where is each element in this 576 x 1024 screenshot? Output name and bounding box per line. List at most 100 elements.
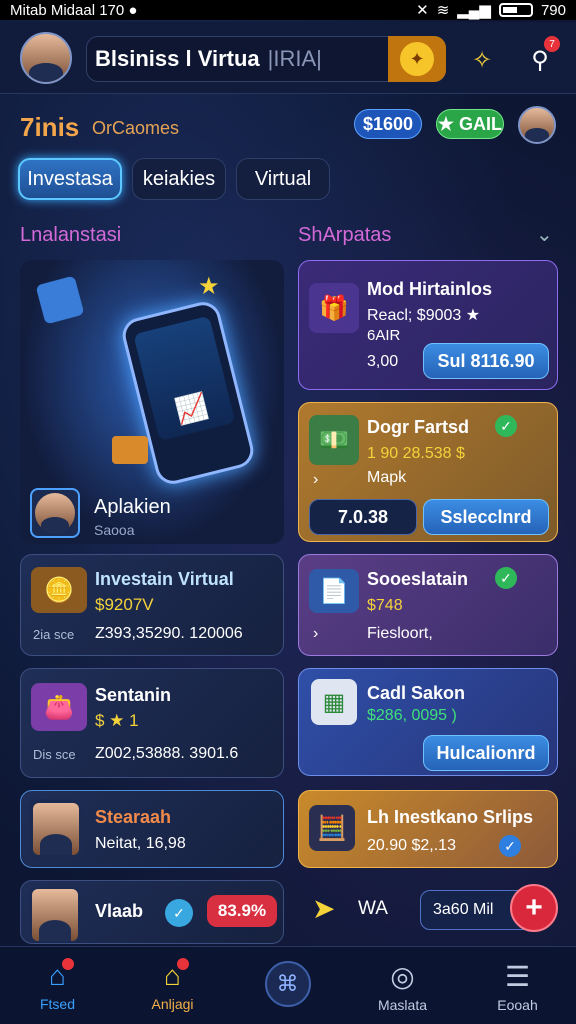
home-icon: ⌂ — [49, 958, 74, 992]
shop-icon: ⌂ — [164, 958, 189, 992]
right-card-4[interactable]: ▦ Cadl Sakon $286, 0095 ) Hulcalionrd — [298, 668, 558, 776]
nav-item-messages[interactable]: ◎ Maslata — [345, 947, 460, 1024]
chevron-down-icon[interactable]: ⌄ — [536, 222, 553, 247]
nav-item-home[interactable]: ⌂ Ftsed — [0, 947, 115, 1024]
card-title: Mod Hirtainlos — [367, 279, 492, 299]
calculator-icon: 🧮 — [309, 805, 355, 851]
card-label: Dis sce — [33, 747, 76, 762]
bottom-nav: ⌂ Ftsed ⌂ Anljagi ⌘ ◎ Maslata ☰ Eooah — [0, 946, 576, 1024]
add-button[interactable]: + — [510, 884, 558, 932]
card-line: Neitat, 16,98 — [95, 835, 186, 852]
wallet-icon: 👛 — [31, 683, 87, 731]
right-card-5[interactable]: 🧮 Lh Inestkano Srlips 20.90 $2,.13 ✓ — [298, 790, 558, 868]
card-action-button[interactable]: Sul 8116.90 — [423, 343, 549, 379]
verified-check-icon: ✓ — [495, 567, 517, 589]
status-time-right: 790 — [540, 1, 566, 19]
card-title: Investain Virtual — [95, 569, 234, 589]
card-action-button[interactable]: Sslecclnrd — [423, 499, 549, 535]
nav-item-shop[interactable]: ⌂ Anljagi — [115, 947, 230, 1024]
right-card-3[interactable]: 📄 Sooeslatain ✓ $748 Fiesloort, › — [298, 554, 558, 656]
coin-box-icon — [112, 436, 148, 464]
left-card-3[interactable]: Stearaah Neitat, 16,98 — [20, 790, 284, 868]
person-avatar — [29, 799, 83, 859]
card-stats: Z393,35290. 120006 — [95, 625, 243, 642]
card-title: Sooeslatain — [367, 569, 469, 589]
search-icon-button[interactable]: ⚲ 7 — [520, 36, 560, 80]
chevron-right-icon: › — [313, 625, 319, 642]
nav-item-center[interactable]: ⌘ — [230, 947, 345, 1024]
coin-icon: ✦ — [400, 42, 434, 76]
growth-chart-icon: 📈 — [133, 315, 236, 442]
left-card-2[interactable]: 👛 Sentanin $ ★ 1 Dis sce Z002,53888. 390… — [20, 668, 284, 778]
search-button[interactable]: ✦ — [388, 36, 446, 82]
mute-icon: ✕ — [416, 2, 429, 19]
hero-name: Aplakien — [94, 496, 171, 518]
nav-label: Eooah — [497, 996, 538, 1013]
notification-badge: 7 — [544, 36, 560, 52]
status-time: 170 — [99, 1, 125, 19]
card-stats: Z002,53888. 3901.6 — [95, 745, 239, 762]
tab-keiakies[interactable]: keiakies — [132, 158, 226, 200]
hub-icon: ⌘ — [264, 961, 311, 1007]
nav-label: Anljagi — [151, 996, 194, 1012]
card-title: Stearaah — [95, 807, 172, 827]
card-line: $286, 0095 ) — [367, 707, 457, 724]
card-amount: 3,00 — [367, 353, 399, 370]
card-title: Sentanin — [95, 685, 172, 705]
profile-avatar[interactable] — [20, 32, 72, 84]
gift-icon: 🎁 — [309, 283, 359, 333]
register-icon: ▦ — [311, 679, 357, 725]
menu-icon: ☰ — [504, 960, 531, 992]
star-icon: ★ — [198, 273, 220, 300]
sparkle-button[interactable]: ✧ — [462, 40, 502, 80]
verified-check-icon: ✓ — [499, 835, 521, 857]
hero-sub: Saooa — [94, 522, 135, 538]
balance-chip[interactable]: $1600 — [354, 109, 422, 139]
card-line: 20.90 $2,.13 — [367, 837, 456, 854]
card-title: Lh Inestkano Srlips — [367, 807, 534, 827]
left-card-1[interactable]: 🪙 Investain Virtual $9207V 2ia sce Z393,… — [20, 554, 284, 656]
person-avatar — [29, 887, 81, 943]
card-decor-icon — [35, 275, 85, 325]
card-label: 2ia sce — [33, 627, 75, 642]
nav-label: Maslata — [377, 996, 428, 1013]
card-line: Reacl; $9003 ★ — [367, 307, 481, 324]
document-icon: 📄 — [309, 569, 359, 613]
user-avatar[interactable] — [518, 106, 556, 144]
card-line: Mapk — [367, 469, 407, 486]
search-hint: |IRIA| — [267, 46, 322, 71]
hero-avatar[interactable] — [30, 488, 80, 538]
chevron-right-icon: › — [313, 471, 319, 488]
cash-icon: 💵 — [309, 415, 359, 465]
signal-icon: ▂▄▆ — [457, 2, 491, 19]
chat-icon: ◎ — [390, 960, 415, 992]
section-title-left: Lnalanstasi — [20, 224, 122, 246]
coins-stack-icon: 🪙 — [31, 567, 87, 613]
card-title: Cadl Sakon — [367, 683, 466, 703]
arrow-icon: ➤ — [312, 893, 336, 924]
card-line: 1 90 28.538 $ — [367, 445, 465, 462]
percent-tag: 83.9% — [207, 895, 277, 927]
app-dot-icon: ● — [128, 1, 138, 19]
tab-virtual[interactable]: Virtual — [236, 158, 330, 200]
card-amount: 7.0.38 — [309, 499, 417, 535]
card-title: Vlaab — [95, 901, 144, 921]
right-card-1[interactable]: 🎁 Mod Hirtainlos Reacl; $9003 ★ 6AIR 3,0… — [298, 260, 558, 390]
right-card-2[interactable]: 💵 Dogr Fartsd ✓ 1 90 28.538 $ Mapk › 7.0… — [298, 402, 558, 542]
nav-label: Ftsed — [39, 996, 75, 1012]
extra-label: WA — [358, 898, 388, 919]
search-text: Blsiniss l Virtua — [95, 46, 260, 71]
card-line: $748 — [367, 597, 403, 614]
nav-item-menu[interactable]: ☰ Eooah — [460, 947, 575, 1024]
card-action-button[interactable]: Hulcalionrd — [423, 735, 549, 771]
left-card-4[interactable]: Vlaab ✓ 83.9% — [20, 880, 284, 944]
sparkle-icon: ✧ — [471, 46, 493, 74]
card-line: Fiesloort, — [367, 625, 433, 642]
card-title: Dogr Fartsd — [367, 417, 470, 437]
battery-icon — [498, 3, 533, 17]
card-value: $ ★ 1 — [95, 711, 139, 730]
carrier-label: Mitab Midaal — [10, 1, 96, 19]
tab-investasa[interactable]: Investasa — [18, 158, 122, 200]
card-line: 6AIR — [367, 327, 401, 344]
points-chip[interactable]: ★ GAIL — [436, 109, 504, 139]
